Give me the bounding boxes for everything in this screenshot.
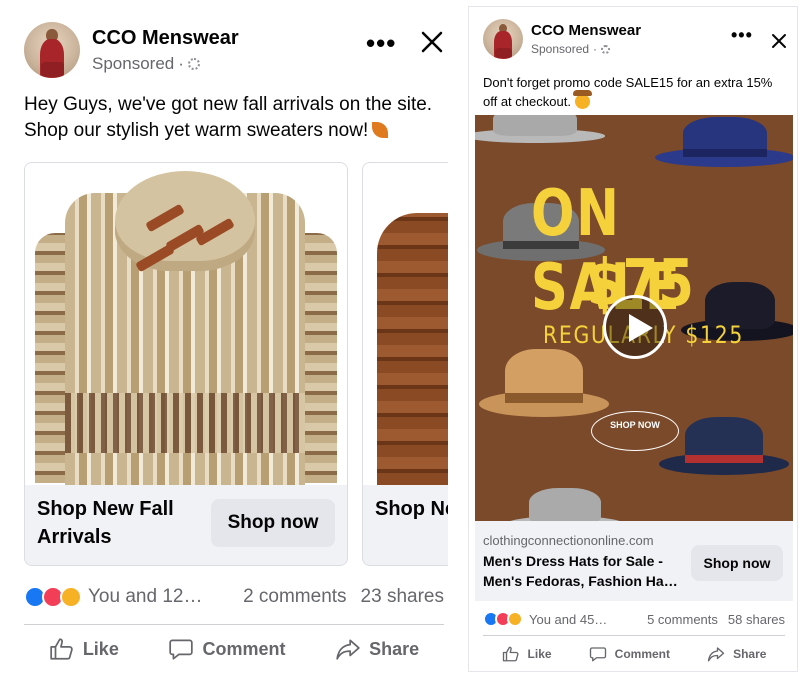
ad-post-left: CCO Menswear Sponsored · ••• Hey Guys, w… — [8, 6, 448, 672]
comments-count[interactable]: 2 comments — [243, 586, 346, 608]
post-caption: Don't forget promo code SALE15 for an ex… — [483, 75, 773, 109]
haha-reaction-icon — [507, 611, 523, 627]
reaction-icons[interactable] — [483, 611, 523, 627]
sweater-image[interactable] — [363, 163, 448, 485]
thumbs-up-icon — [50, 638, 73, 660]
carousel-card[interactable]: Shop New Fall Arrivals — [362, 162, 448, 566]
post-header: CCO Menswear Sponsored · — [24, 22, 239, 78]
haha-reaction-icon — [60, 586, 82, 608]
post-caption: Hey Guys, we've got new fall arrivals on… — [24, 94, 433, 141]
reaction-icons[interactable] — [24, 586, 82, 608]
sweater-image[interactable] — [25, 163, 347, 485]
comment-button[interactable]: Comment — [168, 636, 286, 662]
page-name[interactable]: CCO Menswear — [531, 22, 641, 39]
hat-image — [475, 115, 605, 143]
shop-now-button[interactable]: Shop now — [211, 499, 335, 547]
page-avatar[interactable] — [483, 19, 523, 59]
more-options-button[interactable]: ••• — [366, 28, 396, 59]
cowboy-emoji-icon — [572, 90, 592, 109]
link-preview[interactable]: clothingconnectiononline.com Men's Dress… — [475, 521, 793, 601]
comments-count[interactable]: 5 comments — [647, 612, 718, 627]
shares-count[interactable]: 58 shares — [728, 612, 785, 627]
share-arrow-icon — [707, 647, 725, 662]
comment-bubble-icon — [589, 647, 606, 662]
autumn-leaf-emoji-icon — [372, 122, 389, 138]
shop-now-button[interactable]: Shop now — [691, 545, 783, 581]
more-options-button[interactable]: ••• — [731, 25, 753, 46]
page-name[interactable]: CCO Menswear — [92, 27, 239, 50]
hat-sale-video[interactable]: ON SALE $75 REGULARLY $125 SHOP NOW — [475, 115, 793, 521]
carousel-card[interactable]: Shop New Fall Arrivals Shop now — [24, 162, 348, 566]
link-title[interactable]: Men's Dress Hats for Sale - Men's Fedora… — [483, 551, 681, 591]
card-footer: Shop New Fall Arrivals Shop now — [25, 485, 347, 565]
hat-image — [505, 483, 625, 521]
close-icon[interactable] — [771, 33, 787, 49]
share-button[interactable]: Share — [707, 645, 766, 663]
like-button[interactable]: Like — [502, 645, 552, 663]
close-icon[interactable] — [420, 30, 444, 54]
engagement-stats: You and 45… 5 comments 58 shares — [483, 611, 785, 627]
thumbs-up-icon — [502, 646, 519, 662]
post-header: CCO Menswear Sponsored · — [483, 19, 641, 59]
gear-icon — [601, 44, 611, 54]
share-arrow-icon — [336, 639, 360, 660]
sponsored-label: Sponsored · — [531, 42, 641, 56]
card-footer: Shop New Fall Arrivals — [363, 485, 448, 565]
sponsored-label: Sponsored · — [92, 54, 239, 74]
video-shop-now-badge: SHOP NOW — [591, 411, 679, 451]
play-icon[interactable] — [603, 295, 667, 359]
action-bar: Like Comment Share — [24, 632, 444, 666]
action-bar: Like Comment Share — [483, 643, 785, 665]
shares-count[interactable]: 23 shares — [361, 586, 444, 608]
like-button[interactable]: Like — [49, 636, 119, 662]
share-button[interactable]: Share — [335, 636, 419, 662]
hat-image — [655, 115, 793, 167]
reactions-count[interactable]: You and 12… — [88, 586, 202, 608]
divider — [24, 624, 444, 625]
comment-button[interactable]: Comment — [589, 645, 670, 663]
divider — [483, 635, 785, 636]
link-domain: clothingconnectiononline.com — [483, 533, 654, 548]
ad-post-right: CCO Menswear Sponsored · ••• Don't forge… — [468, 6, 798, 672]
hat-image — [659, 411, 789, 475]
card-title[interactable]: Shop New Fall Arrivals — [375, 495, 448, 523]
comment-bubble-icon — [169, 639, 194, 660]
page-avatar[interactable] — [24, 22, 80, 78]
hat-image — [479, 341, 609, 417]
reactions-count[interactable]: You and 45… — [529, 612, 607, 627]
card-title[interactable]: Shop New Fall Arrivals — [37, 495, 197, 551]
gear-icon — [187, 57, 200, 70]
engagement-stats: You and 12… 2 comments 23 shares — [24, 586, 444, 608]
